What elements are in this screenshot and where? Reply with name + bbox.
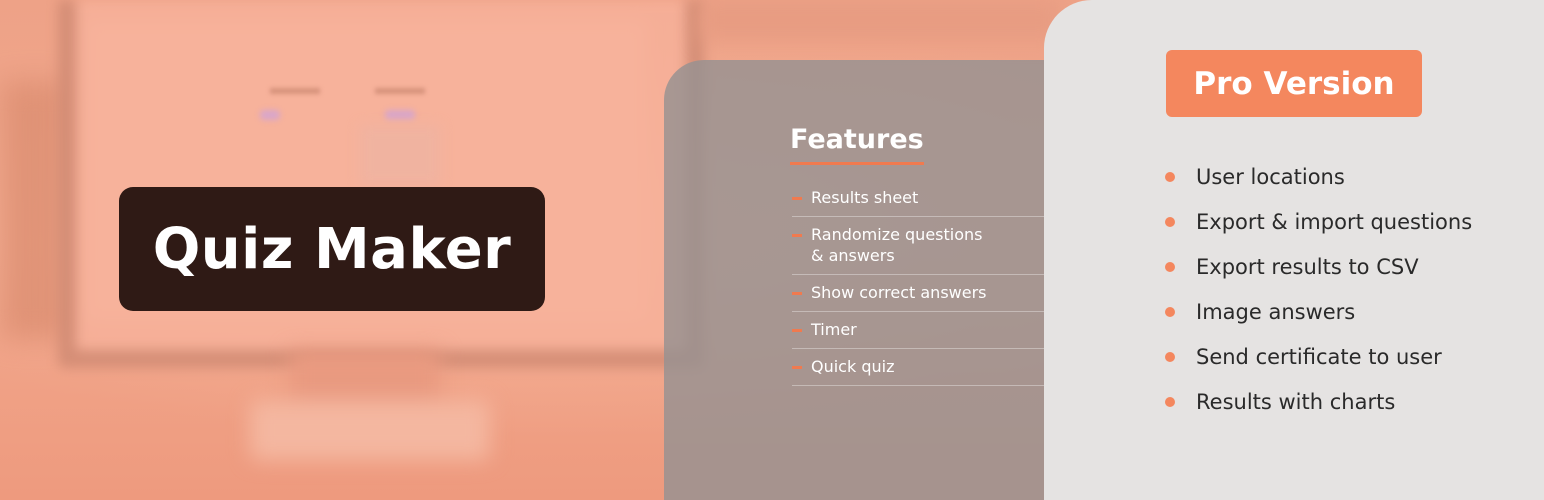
pro-feature-label: Export results to CSV: [1196, 255, 1419, 279]
pro-feature-label: Export & import questions: [1196, 210, 1473, 234]
background-monitor-foot: [250, 400, 490, 460]
bullet-icon: [1165, 352, 1175, 362]
feature-item-label: Show correct answers: [811, 283, 987, 302]
bullet-icon: [1165, 262, 1175, 272]
pro-feature-item: Send certificate to user: [1164, 340, 1539, 385]
feature-item-label: Quick quiz: [811, 357, 895, 376]
dash-icon: [792, 329, 802, 332]
dash-icon: [792, 234, 802, 237]
pro-feature-item: User locations: [1164, 160, 1539, 205]
dash-icon: [792, 197, 802, 200]
bullet-icon: [1165, 397, 1175, 407]
features-list: Results sheet Randomize questions & answ…: [792, 180, 1044, 386]
feature-item: Randomize questions & answers: [792, 217, 1044, 275]
feature-item-label: Timer: [811, 320, 857, 339]
feature-item-label: Results sheet: [811, 188, 919, 207]
pro-feature-item: Export results to CSV: [1164, 250, 1539, 295]
pro-feature-label: User locations: [1196, 165, 1345, 189]
banner: Quiz Maker Features Results sheet Random…: [0, 0, 1544, 500]
features-heading: Features: [790, 124, 924, 165]
pro-feature-item: Image answers: [1164, 295, 1539, 340]
background-detail: [360, 125, 440, 185]
feature-item: Timer: [792, 312, 1044, 349]
background-detail: [385, 110, 415, 120]
feature-item: Quick quiz: [792, 349, 1044, 386]
background-detail: [270, 88, 320, 94]
background-detail: [260, 110, 280, 120]
dash-icon: [792, 292, 802, 295]
title-box: Quiz Maker: [119, 187, 545, 311]
pro-feature-item: Results with charts: [1164, 385, 1539, 430]
pro-version-badge: Pro Version: [1166, 50, 1422, 117]
feature-item: Results sheet: [792, 180, 1044, 217]
feature-item-label: Randomize questions & answers: [811, 225, 983, 265]
background-detail: [375, 88, 425, 94]
bullet-icon: [1165, 172, 1175, 182]
pro-feature-label: Results with charts: [1196, 390, 1396, 414]
page-title: Quiz Maker: [152, 216, 512, 282]
background-shelf: [700, 0, 1060, 40]
pro-version-label: Pro Version: [1193, 65, 1395, 102]
bullet-icon: [1165, 307, 1175, 317]
pro-feature-item: Export & import questions: [1164, 205, 1539, 250]
pro-feature-label: Send certificate to user: [1196, 345, 1442, 369]
bullet-icon: [1165, 217, 1175, 227]
pro-feature-list: User locations Export & import questions…: [1164, 160, 1539, 430]
pro-feature-label: Image answers: [1196, 300, 1356, 324]
feature-item: Show correct answers: [792, 275, 1044, 312]
dash-icon: [792, 366, 802, 369]
